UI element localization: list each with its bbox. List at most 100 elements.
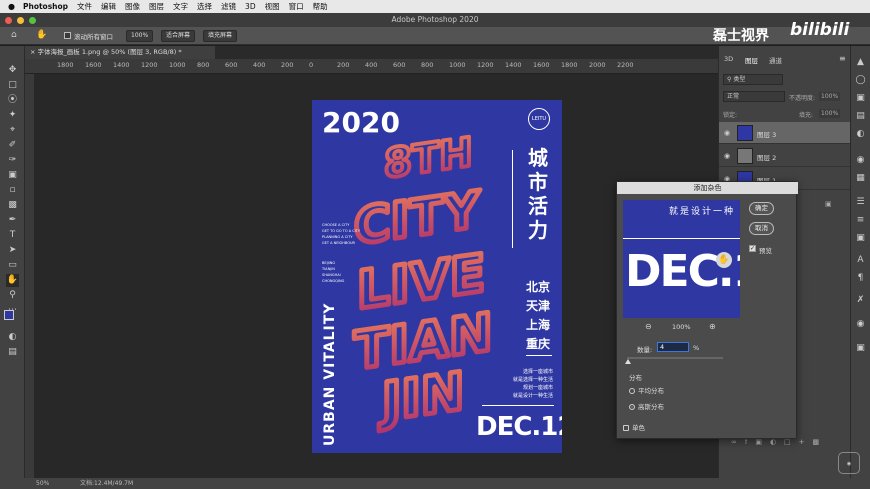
- zoom-in-icon[interactable]: ⊕: [709, 322, 716, 331]
- layer-row-3[interactable]: ◉ 图层 3: [719, 122, 851, 144]
- eyedropper-tool-icon[interactable]: ✐: [6, 139, 19, 152]
- panel-icon-3[interactable]: ▣: [854, 92, 867, 105]
- tab-3d[interactable]: 3D: [724, 55, 733, 63]
- amount-slider-track[interactable]: [627, 357, 723, 359]
- channel-logo: ◉: [838, 452, 860, 474]
- close-tab-icon[interactable]: ×: [30, 48, 38, 56]
- preview-checkbox[interactable]: ✓: [749, 245, 756, 252]
- gradient-tool-icon[interactable]: ▩: [6, 199, 19, 212]
- eraser-tool-icon[interactable]: ▫: [6, 184, 19, 197]
- menu-filter[interactable]: 滤镜: [221, 1, 236, 12]
- menu-image[interactable]: 图像: [125, 1, 140, 12]
- link-layers-icon[interactable]: ∞: [731, 438, 745, 446]
- menu-3d[interactable]: 3D: [245, 2, 256, 11]
- adjustment-icon[interactable]: ◐: [770, 438, 784, 446]
- type-tool-icon[interactable]: T: [6, 229, 19, 242]
- panel-icon-15[interactable]: ▣: [854, 342, 867, 355]
- menu-type[interactable]: 文字: [173, 1, 188, 12]
- foreground-color-swatch[interactable]: [4, 310, 14, 320]
- dialog-preview-image[interactable]: 就是设计一种 DEC.1 ✋: [623, 200, 740, 318]
- scroll-all-checkbox[interactable]: [64, 32, 71, 39]
- minimize-window-button[interactable]: [17, 17, 24, 24]
- panel-icon-8[interactable]: ☰: [854, 196, 867, 209]
- document-tab-label: 字体海报_画板 1.png @ 50% (图层 3, RGB/8) *: [37, 48, 182, 56]
- amount-input[interactable]: 4: [657, 342, 689, 352]
- menu-window[interactable]: 窗口: [289, 1, 304, 12]
- panel-icon-10[interactable]: ▣: [854, 232, 867, 245]
- uniform-radio[interactable]: 平均分布: [629, 385, 664, 395]
- menu-file[interactable]: 文件: [77, 1, 92, 12]
- mask-icon[interactable]: ▣: [755, 438, 770, 446]
- monochrome-checkbox[interactable]: 单色: [623, 422, 645, 432]
- poster-artwork[interactable]: 8TH CITY LIVE TIAN JIN 2020 LEITU 城 市 活 …: [312, 100, 562, 453]
- pen-tool-icon[interactable]: ✒: [6, 214, 19, 227]
- rectangle-tool-icon[interactable]: ▭: [6, 259, 19, 272]
- tab-channels[interactable]: 通道: [769, 55, 782, 65]
- panel-icon-4[interactable]: ▤: [854, 110, 867, 123]
- menu-select[interactable]: 选择: [197, 1, 212, 12]
- new-layer-icon[interactable]: +: [799, 438, 813, 446]
- group-icon[interactable]: □: [784, 438, 799, 446]
- fx-icon[interactable]: f: [745, 438, 755, 446]
- layer-row-2[interactable]: ◉ 图层 2: [719, 145, 851, 167]
- quick-mask-icon[interactable]: ◐: [6, 331, 19, 344]
- amount-slider-handle[interactable]: [625, 359, 631, 364]
- close-window-button[interactable]: [5, 17, 12, 24]
- city-beijing: 北京: [526, 280, 551, 294]
- status-zoom[interactable]: 50%: [36, 478, 49, 489]
- radio-gaussian[interactable]: [629, 404, 635, 410]
- screen-mode-icon[interactable]: ▤: [6, 346, 19, 359]
- panel-icon-11[interactable]: A: [854, 254, 867, 267]
- panel-icon-14[interactable]: ◉: [854, 318, 867, 331]
- quick-select-tool-icon[interactable]: ✦: [6, 109, 19, 122]
- hand-tool-icon[interactable]: ✋: [36, 30, 47, 40]
- fill-field[interactable]: 100%: [819, 109, 841, 118]
- eye-icon[interactable]: ◉: [724, 152, 730, 160]
- hand-tool-icon[interactable]: ✋: [6, 274, 19, 287]
- tab-layers[interactable]: 图层: [745, 55, 758, 65]
- radio-uniform[interactable]: [629, 388, 635, 394]
- menu-app[interactable]: Photoshop: [23, 2, 68, 11]
- apple-icon[interactable]: ●: [8, 2, 15, 11]
- zoom-100-button[interactable]: 100%: [126, 30, 154, 42]
- zoom-out-icon[interactable]: ⊖: [645, 322, 652, 331]
- move-tool-icon[interactable]: ✥: [6, 64, 19, 77]
- cancel-button[interactable]: 取消: [749, 222, 774, 235]
- gaussian-radio[interactable]: 高斯分布: [629, 401, 664, 411]
- brush-tool-icon[interactable]: ✑: [6, 154, 19, 167]
- ruler-label: 800: [421, 61, 434, 69]
- zoom-tool-icon[interactable]: ⚲: [6, 289, 19, 302]
- stamp-tool-icon[interactable]: ▣: [6, 169, 19, 182]
- panel-icon-6[interactable]: ◉: [854, 154, 867, 167]
- eye-icon[interactable]: ◉: [724, 129, 730, 137]
- distribution-label: 分布: [629, 374, 642, 382]
- fill-screen-button[interactable]: 填充屏幕: [203, 30, 238, 42]
- panel-icon-13[interactable]: ✗: [854, 294, 867, 307]
- fit-screen-button[interactable]: 适合屏幕: [161, 30, 196, 42]
- document-tab[interactable]: × 字体海报_画板 1.png @ 50% (图层 3, RGB/8) *: [25, 46, 215, 59]
- panel-icon-5[interactable]: ◐: [854, 128, 867, 141]
- ok-button[interactable]: 确定: [749, 202, 774, 215]
- trash-icon[interactable]: ▩: [813, 438, 828, 446]
- panel-menu-icon[interactable]: ≡: [839, 54, 846, 63]
- poster-cities: 北京 天津 上海 重庆: [526, 278, 550, 354]
- marquee-tool-icon[interactable]: □: [6, 79, 19, 92]
- menu-layer[interactable]: 图层: [149, 1, 164, 12]
- blend-mode-select[interactable]: 正常: [723, 91, 785, 102]
- layer-filter-select[interactable]: ⚲ 类型: [723, 74, 783, 85]
- panel-icon-1[interactable]: ▲: [854, 56, 867, 69]
- menu-view[interactable]: 视图: [265, 1, 280, 12]
- panel-icon-9[interactable]: ≡: [854, 214, 867, 227]
- menu-edit[interactable]: 编辑: [101, 1, 116, 12]
- crop-tool-icon[interactable]: ⌖: [6, 124, 19, 137]
- maximize-window-button[interactable]: [29, 17, 36, 24]
- path-select-tool-icon[interactable]: ➤: [6, 244, 19, 257]
- panel-icon-12[interactable]: ¶: [854, 272, 867, 285]
- home-icon[interactable]: ⌂: [11, 30, 17, 40]
- panel-icon-7[interactable]: ▦: [854, 172, 867, 185]
- menu-help[interactable]: 帮助: [313, 1, 328, 12]
- panel-icon-2[interactable]: ◯: [854, 74, 867, 87]
- lasso-tool-icon[interactable]: ⦿: [6, 94, 19, 107]
- opacity-field[interactable]: 100%: [819, 92, 841, 101]
- monochrome-box[interactable]: [623, 425, 629, 431]
